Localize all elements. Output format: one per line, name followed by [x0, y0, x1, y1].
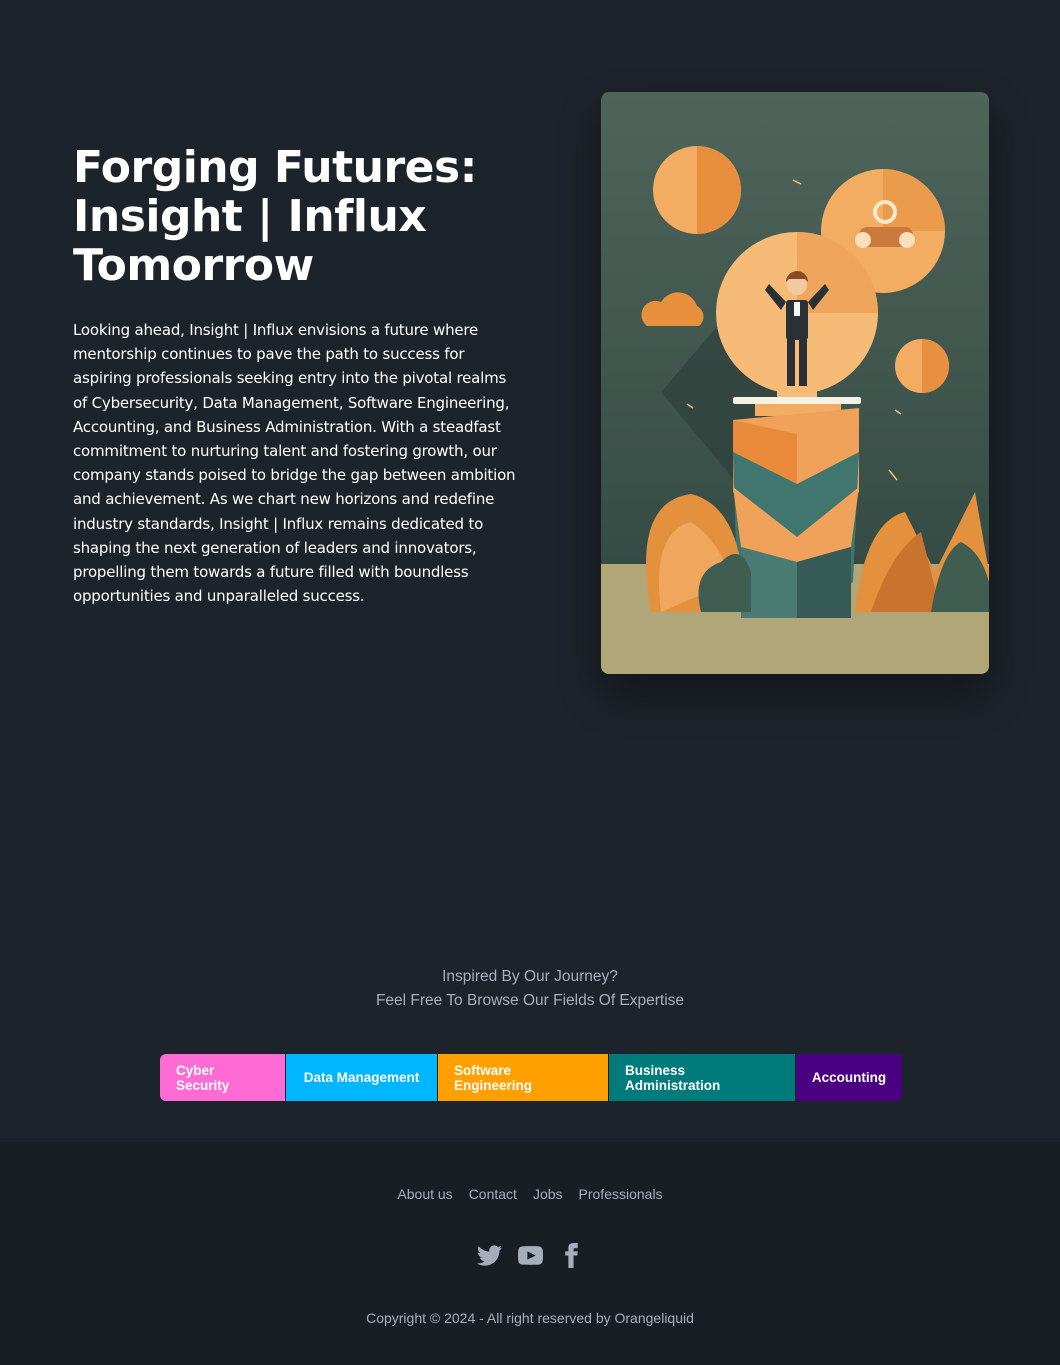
- cta-line-1: Inspired By Our Journey?: [442, 968, 618, 985]
- illustration-art: [601, 92, 989, 674]
- twitter-icon[interactable]: [476, 1243, 502, 1268]
- hero-description: Looking ahead, Insight | Influx envision…: [73, 321, 516, 606]
- footer-link-jobs[interactable]: Jobs: [533, 1185, 563, 1203]
- hero-text: Forging Futures: Insight | Influx Tomorr…: [73, 143, 518, 608]
- hero-title-line: Tomorrow: [73, 240, 314, 291]
- copyright-text: Copyright © 2024 - All right reserved by…: [366, 1310, 694, 1326]
- hero-illustration: [601, 92, 989, 674]
- hero-title-line: Forging Futures:: [73, 142, 477, 193]
- software-engineering-button[interactable]: Software Engineering: [438, 1054, 609, 1101]
- hero-section: Forging Futures: Insight | Influx Tomorr…: [0, 0, 1060, 780]
- footer-link-professionals[interactable]: Professionals: [579, 1185, 663, 1203]
- button-label: Accounting: [811, 1070, 887, 1085]
- cyber-security-button[interactable]: Cyber Security: [160, 1054, 286, 1101]
- footer: About us Contact Jobs Professionals Copy…: [0, 1142, 1060, 1365]
- data-management-button[interactable]: Data Management: [286, 1054, 438, 1101]
- youtube-icon[interactable]: [517, 1243, 543, 1268]
- button-label: Software Engineering: [454, 1062, 533, 1093]
- button-label: Business Administration: [625, 1062, 721, 1093]
- button-label: Cyber Security: [176, 1062, 230, 1093]
- facebook-icon[interactable]: [559, 1243, 584, 1268]
- cta-section: Inspired By Our Journey? Feel Free To Br…: [0, 965, 1060, 1013]
- footer-nav: About us Contact Jobs Professionals: [0, 1185, 1060, 1203]
- business-administration-button[interactable]: Business Administration: [609, 1054, 796, 1101]
- hero-title: Forging Futures: Insight | Influx Tomorr…: [73, 143, 518, 290]
- social-links: [0, 1243, 1060, 1268]
- hero-title-line: Insight | Influx: [73, 191, 427, 242]
- cta-line-2: Feel Free To Browse Our Fields Of Expert…: [375, 992, 685, 1009]
- accounting-button[interactable]: Accounting: [796, 1054, 902, 1101]
- footer-link-contact[interactable]: Contact: [469, 1185, 517, 1203]
- button-label: Data Management: [303, 1070, 420, 1085]
- footer-link-about[interactable]: About us: [397, 1185, 452, 1203]
- fields-button-group: Cyber Security Data Management Software …: [160, 1054, 902, 1101]
